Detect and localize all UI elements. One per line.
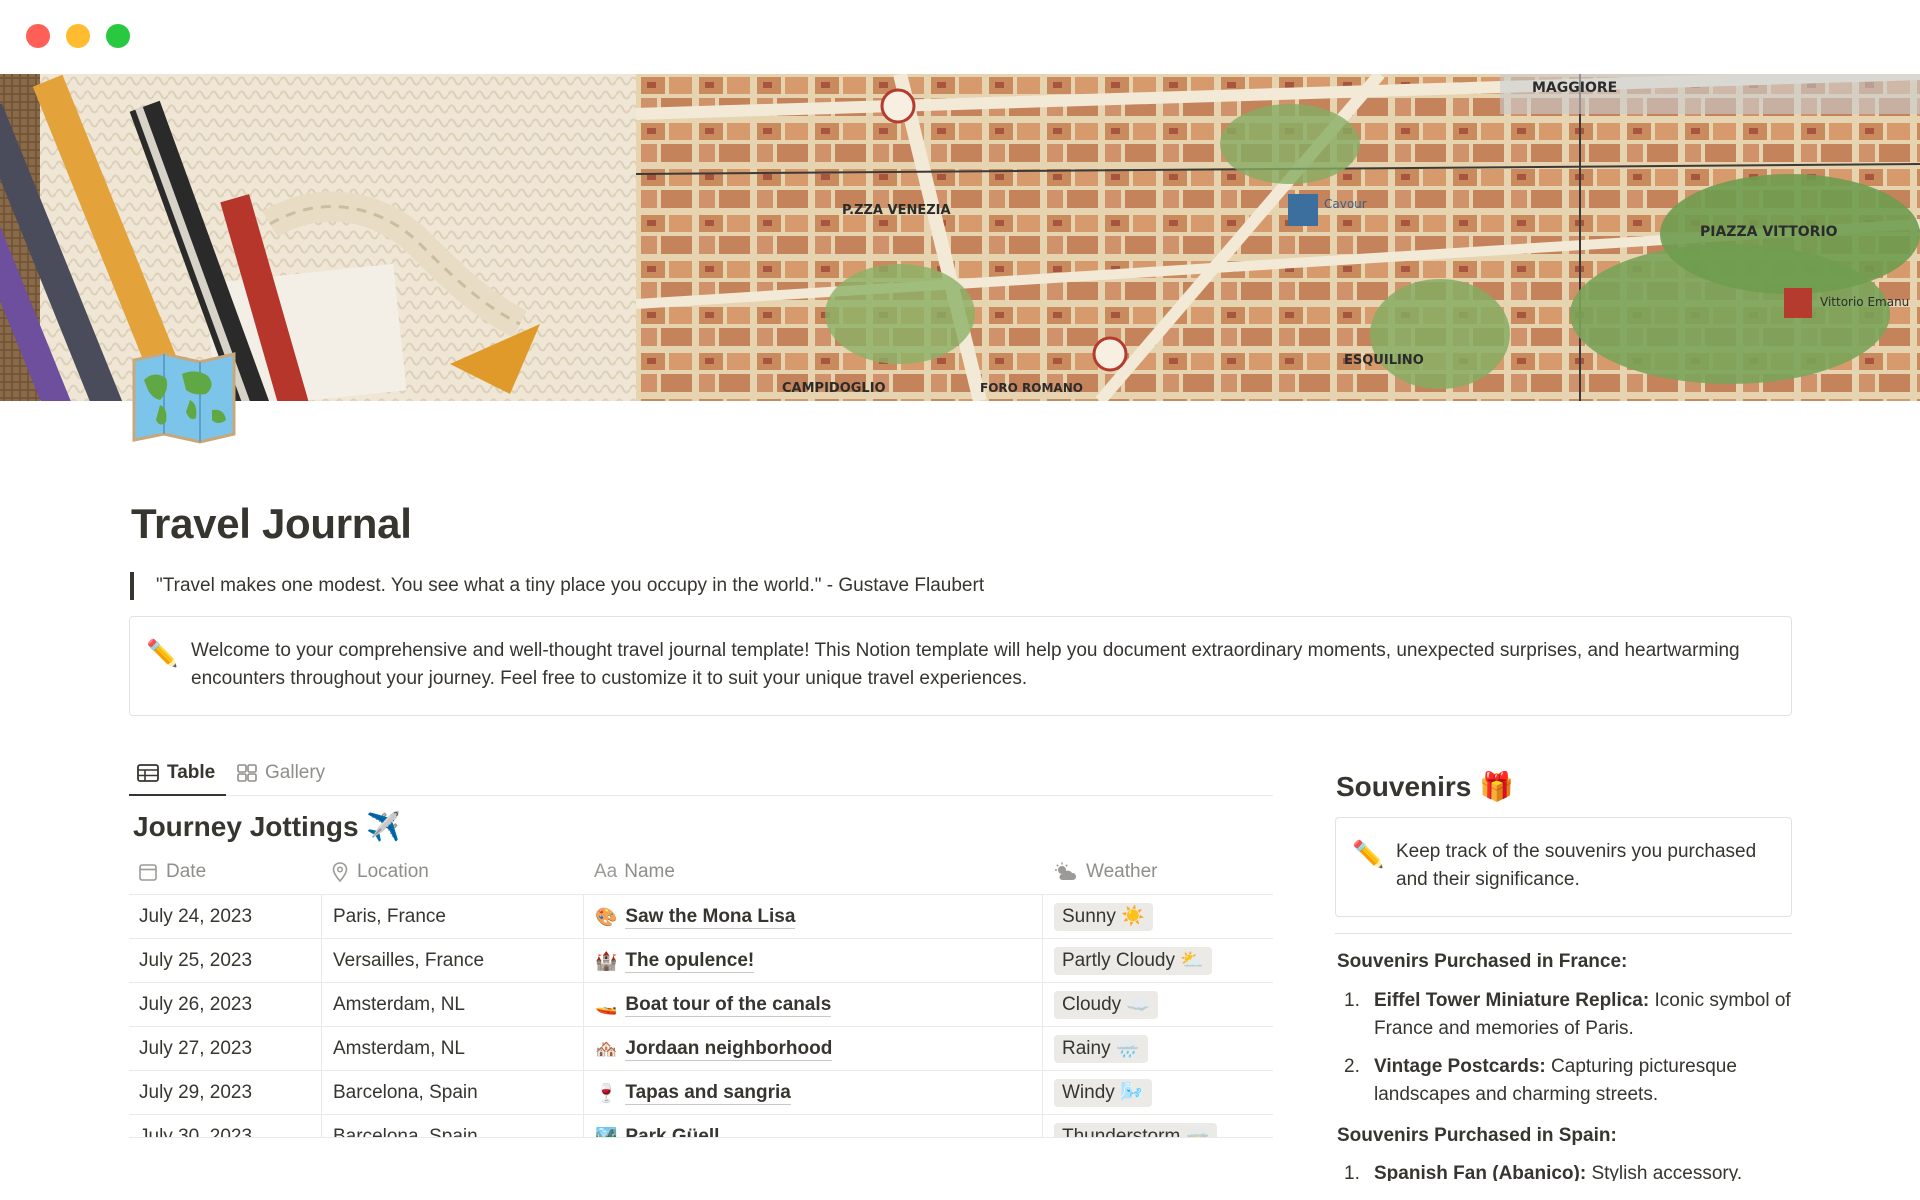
window-titlebar xyxy=(0,0,1920,74)
close-window-button[interactable] xyxy=(26,24,50,48)
welcome-callout: ✏️ Welcome to your comprehensive and wel… xyxy=(129,616,1792,716)
viewport-edge xyxy=(0,1181,1920,1200)
weather-tag: Cloudy ☁️ xyxy=(1054,991,1159,1019)
svg-text:PIAZZA VITTORIO: PIAZZA VITTORIO xyxy=(1700,224,1838,240)
houses-icon: 🏘️ xyxy=(595,1038,618,1059)
svg-text:Vittorio Emanu: Vittorio Emanu xyxy=(1820,295,1909,309)
park-icon: 🏞️ xyxy=(595,1126,618,1138)
name-cell[interactable]: 🏘️ Jordaan neighborhood xyxy=(583,1027,1042,1071)
item-title: Vintage Postcards: xyxy=(1374,1056,1546,1077)
location-cell[interactable]: Amsterdam, NL xyxy=(321,983,583,1027)
palette-icon: 🎨 xyxy=(595,906,618,927)
souvenirs-callout: ✏️ Keep track of the souvenirs you purch… xyxy=(1335,817,1792,917)
wine-glass-icon: 🍷 xyxy=(595,1082,618,1103)
quote-block: "Travel makes one modest. You see what a… xyxy=(130,572,984,600)
pencil-icon: ✏️ xyxy=(146,638,179,668)
maximize-window-button[interactable] xyxy=(106,24,130,48)
date-cell[interactable]: July 24, 2023 xyxy=(129,895,321,939)
page-title[interactable]: Travel Journal xyxy=(131,500,412,548)
database-title[interactable]: Journey Jottings ✈️ xyxy=(133,810,401,843)
journey-table: Date Location Aa Name Weather July 24, 2… xyxy=(129,850,1273,1138)
souvenirs-callout-text: Keep track of the souvenirs you purchase… xyxy=(1396,841,1757,890)
entry-link[interactable]: Tapas and sangria xyxy=(625,1082,791,1105)
column-header-location[interactable]: Location xyxy=(321,850,583,894)
minimize-window-button[interactable] xyxy=(66,24,90,48)
name-cell[interactable]: 🏰 The opulence! xyxy=(583,939,1042,983)
entry-link[interactable]: Saw the Mona Lisa xyxy=(625,906,796,929)
tab-gallery-label: Gallery xyxy=(265,762,326,783)
divider xyxy=(1335,933,1792,934)
cover-illustration: P.ZZA VENEZIA MAGGIORE PIAZZA VITTORIO C… xyxy=(0,74,1920,401)
table-row[interactable]: July 30, 2023 Barcelona, Spain 🏞️ Park Gü… xyxy=(129,1114,1273,1138)
list-item: 1. Eiffel Tower Miniature Replica: Iconi… xyxy=(1344,990,1791,1039)
list-item: 2. Vintage Postcards: Capturing pictures… xyxy=(1344,1056,1737,1105)
name-cell[interactable]: 🚤 Boat tour of the canals xyxy=(583,983,1042,1027)
column-header-weather[interactable]: Weather xyxy=(1042,850,1273,894)
name-cell[interactable]: 🍷 Tapas and sangria xyxy=(583,1071,1042,1115)
souvenirs-france-heading: Souvenirs Purchased in France: xyxy=(1337,951,1628,972)
date-cell[interactable]: July 26, 2023 xyxy=(129,983,321,1027)
location-cell[interactable]: Paris, France xyxy=(321,895,583,939)
svg-text:Cavour: Cavour xyxy=(1324,197,1367,211)
database-view-tabs: Table Gallery xyxy=(129,750,1273,796)
location-cell[interactable]: Versailles, France xyxy=(321,939,583,983)
active-tab-indicator xyxy=(129,794,226,796)
date-cell[interactable]: July 30, 2023 xyxy=(129,1115,321,1137)
table-row[interactable]: July 25, 2023 Versailles, France 🏰 The op… xyxy=(129,938,1273,983)
souvenirs-spain-heading: Souvenirs Purchased in Spain: xyxy=(1337,1125,1617,1146)
pencil-icon: ✏️ xyxy=(1352,839,1385,869)
name-cell[interactable]: 🎨 Saw the Mona Lisa xyxy=(583,895,1042,939)
svg-text:MAGGIORE: MAGGIORE xyxy=(1532,80,1617,96)
weather-tag: Thunderstorm ⛈️ xyxy=(1054,1123,1218,1137)
weather-cell[interactable]: Partly Cloudy ⛅ xyxy=(1042,939,1273,983)
column-header-name[interactable]: Aa Name xyxy=(583,850,1042,894)
tab-table[interactable]: Table xyxy=(137,750,215,796)
weather-cell[interactable]: Cloudy ☁️ xyxy=(1042,983,1273,1027)
svg-text:CAMPIDOGLIO: CAMPIDOGLIO xyxy=(782,381,886,396)
weather-cell[interactable]: Sunny ☀️ xyxy=(1042,895,1273,939)
weather-tag: Windy 🌬️ xyxy=(1054,1079,1152,1107)
table-header-row: Date Location Aa Name Weather xyxy=(129,850,1273,894)
weather-cell[interactable]: Thunderstorm ⛈️ xyxy=(1042,1115,1273,1137)
weather-tag: Partly Cloudy ⛅ xyxy=(1054,947,1212,975)
column-header-date[interactable]: Date xyxy=(129,850,321,894)
date-cell[interactable]: July 27, 2023 xyxy=(129,1027,321,1071)
svg-text:P.ZZA VENEZIA: P.ZZA VENEZIA xyxy=(842,203,951,218)
svg-text:ESQUILINO: ESQUILINO xyxy=(1344,353,1424,368)
entry-link[interactable]: The opulence! xyxy=(625,950,755,973)
table-row[interactable]: July 26, 2023 Amsterdam, NL 🚤 Boat tour o… xyxy=(129,982,1273,1027)
world-map-icon[interactable] xyxy=(130,350,238,444)
table-row[interactable]: July 27, 2023 Amsterdam, NL 🏘️ Jordaan ne… xyxy=(129,1026,1273,1071)
table-row[interactable]: July 29, 2023 Barcelona, Spain 🍷 Tapas an… xyxy=(129,1070,1273,1115)
entry-link[interactable]: Park Güell xyxy=(625,1126,719,1138)
text-property-icon: Aa xyxy=(594,861,618,882)
table-row[interactable]: July 24, 2023 Paris, France 🎨 Saw the Mon… xyxy=(129,894,1273,939)
date-cell[interactable]: July 29, 2023 xyxy=(129,1071,321,1115)
weather-tag: Rainy 🌧️ xyxy=(1054,1035,1148,1063)
location-cell[interactable]: Barcelona, Spain xyxy=(321,1071,583,1115)
gallery-icon xyxy=(237,764,257,782)
calendar-icon xyxy=(139,864,157,881)
location-cell[interactable]: Amsterdam, NL xyxy=(321,1027,583,1071)
boat-icon: 🚤 xyxy=(595,994,618,1015)
location-cell[interactable]: Barcelona, Spain xyxy=(321,1115,583,1137)
date-cell[interactable]: July 25, 2023 xyxy=(129,939,321,983)
castle-icon: 🏰 xyxy=(595,950,618,971)
name-cell[interactable]: 🏞️ Park Güell xyxy=(583,1115,1042,1138)
weather-cell[interactable]: Rainy 🌧️ xyxy=(1042,1027,1273,1071)
weather-icon xyxy=(1055,862,1077,880)
location-pin-icon xyxy=(332,862,348,882)
entry-link[interactable]: Boat tour of the canals xyxy=(625,994,832,1017)
tab-table-label: Table xyxy=(167,762,216,783)
tab-gallery[interactable]: Gallery xyxy=(237,750,325,796)
weather-cell[interactable]: Windy 🌬️ xyxy=(1042,1071,1273,1115)
item-title: Eiffel Tower Miniature Replica: xyxy=(1374,990,1650,1011)
svg-text:FORO ROMANO: FORO ROMANO xyxy=(980,381,1083,395)
callout-text: Welcome to your comprehensive and well-t… xyxy=(191,640,1740,689)
entry-link[interactable]: Jordaan neighborhood xyxy=(625,1038,833,1061)
cover-image[interactable]: P.ZZA VENEZIA MAGGIORE PIAZZA VITTORIO C… xyxy=(0,74,1920,401)
souvenirs-heading: Souvenirs 🎁 xyxy=(1336,771,1515,802)
table-icon xyxy=(137,764,159,782)
weather-tag: Sunny ☀️ xyxy=(1054,903,1153,931)
